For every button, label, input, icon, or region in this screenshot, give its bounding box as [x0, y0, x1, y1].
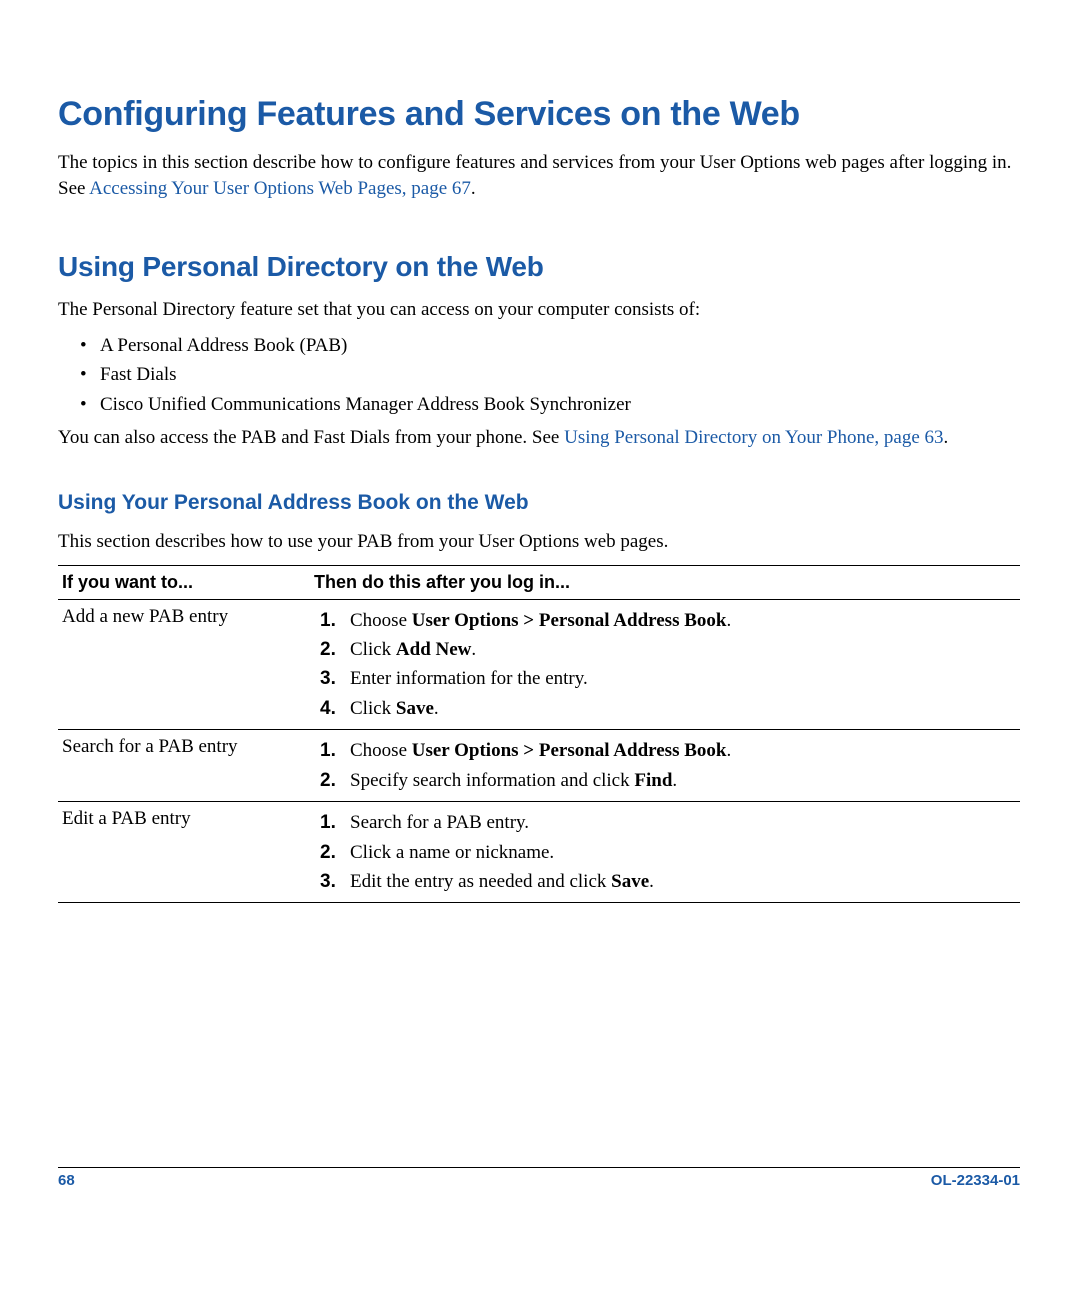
step-item: Click Add New.	[350, 635, 1016, 664]
intro-text-post: .	[471, 178, 476, 199]
table-row: Edit a PAB entry Search for a PAB entry.…	[58, 802, 1020, 903]
step-item: Specify search information and click Fin…	[350, 766, 1016, 795]
step-item: Choose User Options > Personal Address B…	[350, 606, 1016, 635]
step-item: Click a name or nickname.	[350, 838, 1016, 867]
steps-list: Choose User Options > Personal Address B…	[314, 736, 1016, 795]
list-item: Cisco Unified Communications Manager Add…	[100, 390, 1020, 419]
task-cell: Edit a PAB entry	[58, 802, 310, 903]
pd-after-pre: You can also access the PAB and Fast Dia…	[58, 427, 564, 448]
intro-paragraph: The topics in this section describe how …	[58, 150, 1020, 201]
steps-cell: Choose User Options > Personal Address B…	[310, 599, 1020, 730]
document-page: Configuring Features and Services on the…	[0, 0, 1080, 1311]
pd-intro-paragraph: The Personal Directory feature set that …	[58, 297, 1020, 323]
step-item: Click Save.	[350, 694, 1016, 723]
document-id: OL-22334-01	[931, 1172, 1020, 1189]
table-row: Add a new PAB entry Choose User Options …	[58, 599, 1020, 730]
link-access-user-options[interactable]: Accessing Your User Options Web Pages, p…	[89, 178, 471, 199]
page-number: 68	[58, 1172, 75, 1189]
list-item: A Personal Address Book (PAB)	[100, 331, 1020, 360]
step-item: Choose User Options > Personal Address B…	[350, 736, 1016, 765]
steps-list: Choose User Options > Personal Address B…	[314, 606, 1016, 724]
heading-2: Using Personal Directory on the Web	[58, 251, 1020, 283]
table-header-right: Then do this after you log in...	[310, 565, 1020, 599]
pd-after-post: .	[944, 427, 949, 448]
steps-list: Search for a PAB entry. Click a name or …	[314, 808, 1016, 896]
task-cell: Add a new PAB entry	[58, 599, 310, 730]
task-cell: Search for a PAB entry	[58, 730, 310, 802]
step-item: Enter information for the entry.	[350, 664, 1016, 693]
heading-1: Configuring Features and Services on the…	[58, 95, 1020, 134]
pd-after-paragraph: You can also access the PAB and Fast Dia…	[58, 425, 1020, 451]
step-item: Edit the entry as needed and click Save.	[350, 867, 1016, 896]
pab-intro-paragraph: This section describes how to use your P…	[58, 529, 1020, 555]
steps-cell: Choose User Options > Personal Address B…	[310, 730, 1020, 802]
procedure-table: If you want to... Then do this after you…	[58, 565, 1020, 904]
page-footer: 68 OL-22334-01	[58, 1167, 1020, 1189]
feature-bullet-list: A Personal Address Book (PAB) Fast Dials…	[58, 331, 1020, 419]
link-personal-directory-phone[interactable]: Using Personal Directory on Your Phone, …	[564, 427, 943, 448]
list-item: Fast Dials	[100, 360, 1020, 389]
table-header-left: If you want to...	[58, 565, 310, 599]
steps-cell: Search for a PAB entry. Click a name or …	[310, 802, 1020, 903]
step-item: Search for a PAB entry.	[350, 808, 1016, 837]
table-row: Search for a PAB entry Choose User Optio…	[58, 730, 1020, 802]
heading-3: Using Your Personal Address Book on the …	[58, 491, 1020, 515]
